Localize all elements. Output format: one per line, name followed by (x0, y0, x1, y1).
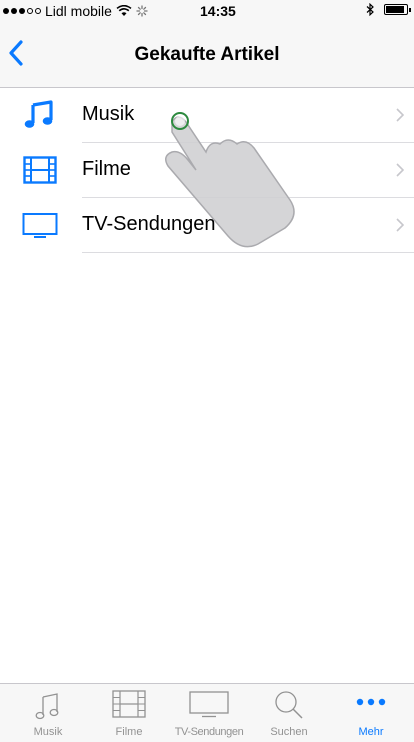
wifi-icon (116, 5, 132, 16)
search-icon (275, 691, 303, 719)
tab-label: Mehr (358, 726, 384, 738)
signal-dot (19, 8, 25, 14)
list-item-tv-sendungen[interactable]: TV-Sendungen (0, 198, 414, 253)
battery-icon (384, 4, 411, 15)
tab-mehr[interactable]: Mehr (330, 684, 412, 742)
chevron-right-icon (396, 108, 404, 122)
navigation-bar: Gekaufte Artikel (0, 22, 414, 88)
signal-dot (35, 8, 41, 14)
chevron-right-icon (396, 218, 404, 232)
tab-label: Musik (33, 726, 63, 738)
activity-spinner-icon (136, 5, 148, 17)
chevron-right-icon (396, 163, 404, 177)
tab-label: Suchen (270, 726, 308, 738)
carrier-name: Lidl mobile (45, 3, 112, 19)
row-separator (82, 252, 414, 253)
tv-icon (189, 691, 229, 718)
signal-dot (3, 8, 9, 14)
tab-label: Filme (115, 726, 143, 738)
status-bar: Lidl mobile 14:35 (0, 0, 414, 22)
bluetooth-icon (366, 3, 374, 16)
tab-tv-sendungen[interactable]: TV-Sendungen (168, 684, 250, 742)
signal-strength-icon (3, 8, 41, 14)
film-icon (112, 690, 146, 718)
signal-dot (11, 8, 17, 14)
list-item-musik[interactable]: Musik (0, 88, 414, 143)
music-note-icon (35, 693, 59, 720)
tab-musik[interactable]: Musik (7, 684, 89, 742)
signal-dot (27, 8, 33, 14)
purchased-categories-list: Musik Filme TV-Sendungen (0, 88, 414, 253)
page-title: Gekaufte Artikel (134, 44, 280, 65)
tab-suchen[interactable]: Suchen (248, 684, 330, 742)
status-right (366, 3, 411, 16)
list-item-label: TV-Sendungen (82, 213, 216, 235)
battery-fill (386, 6, 404, 13)
tv-icon (22, 213, 58, 238)
tab-filme[interactable]: Filme (88, 684, 170, 742)
list-item-label: Musik (82, 103, 135, 125)
list-item-filme[interactable]: Filme (0, 143, 414, 198)
list-item-label: Filme (82, 158, 131, 180)
tab-bar: Musik Filme TV-Sendungen Suchen Mehr (0, 683, 414, 742)
status-time: 14:35 (200, 3, 236, 19)
battery-cap (409, 8, 411, 12)
more-icon (356, 698, 386, 706)
film-icon (23, 156, 57, 184)
tab-label: TV-Sendungen (174, 726, 244, 738)
status-left: Lidl mobile (3, 3, 148, 19)
music-note-icon (24, 100, 53, 128)
